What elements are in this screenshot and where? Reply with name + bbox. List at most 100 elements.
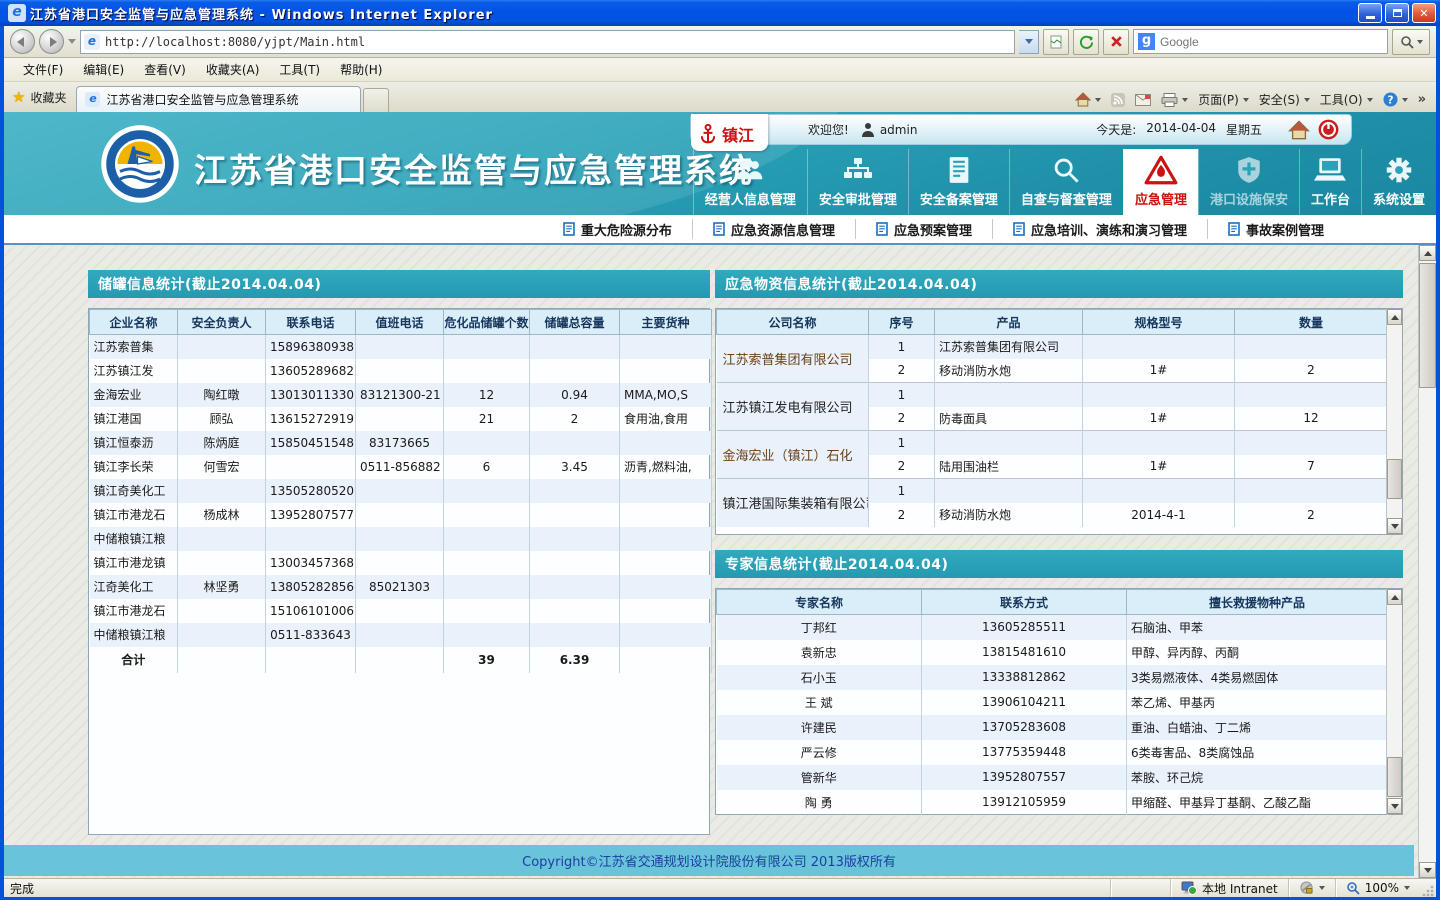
favorites-button[interactable]: ★ 收藏夹 xyxy=(4,83,76,112)
address-field[interactable]: e xyxy=(80,30,1015,54)
address-dropdown-button[interactable] xyxy=(1019,30,1039,54)
table-row[interactable]: 许建民13705283608重油、白蜡油、丁二烯 xyxy=(717,715,1388,740)
subnav-item-1[interactable]: 应急资源信息管理 xyxy=(692,219,855,239)
restore-button[interactable] xyxy=(1385,3,1409,23)
table-row[interactable]: 镇江市港龙镇13003457368 xyxy=(90,551,712,575)
table-row[interactable]: 镇江奇美化工13505280520 xyxy=(90,479,712,503)
search-box[interactable]: g xyxy=(1133,29,1388,54)
table-header-row: 企业名称安全负责人联系电话值班电话危化品储罐个数储罐总容量主要货种 xyxy=(90,310,712,335)
table-row[interactable]: 中储粮镇江粮 xyxy=(90,527,712,551)
nav-item-2[interactable]: 安全备案管理 xyxy=(908,149,1009,215)
column-header: 序号 xyxy=(869,310,935,335)
menu-item-4[interactable]: 工具(T) xyxy=(270,58,329,81)
experts-scrollbar[interactable] xyxy=(1386,589,1402,814)
doc-small-icon xyxy=(1013,222,1025,236)
nav-item-3[interactable]: 自查与督查管理 xyxy=(1009,149,1123,215)
column-header: 联系电话 xyxy=(266,310,356,335)
home-button[interactable] xyxy=(1075,92,1101,107)
menu-item-3[interactable]: 收藏夹(A) xyxy=(197,58,269,81)
rss-icon xyxy=(1111,93,1125,107)
nav-item-5[interactable]: 港口设施保安 xyxy=(1198,149,1299,215)
table-row[interactable]: 中储粮镇江粮0511-833643 xyxy=(90,623,712,647)
stop-button[interactable] xyxy=(1103,29,1129,55)
tab-new-stub[interactable] xyxy=(363,88,389,112)
page-scrollbar[interactable] xyxy=(1418,245,1436,878)
column-header: 擅长救援物种产品 xyxy=(1127,590,1388,615)
table-row[interactable]: 江苏镇江发13605289682 xyxy=(90,359,712,383)
table-row[interactable]: 镇江恒泰沥陈炳庭1585045154883173665 xyxy=(90,431,712,455)
feeds-button[interactable] xyxy=(1111,93,1125,107)
minimize-button[interactable] xyxy=(1358,3,1382,23)
protected-mode-button[interactable] xyxy=(1288,879,1335,897)
company-cell: 江苏索普集团有限公司 xyxy=(717,335,869,383)
supplies-scrollbar-thumb[interactable] xyxy=(1387,459,1402,499)
refresh-button[interactable] xyxy=(1073,29,1099,55)
menu-item-0[interactable]: 文件(F) xyxy=(14,58,72,81)
menu-item-2[interactable]: 查看(V) xyxy=(135,58,195,81)
table-row[interactable]: 镇江市港龙石15106101006 xyxy=(90,599,712,623)
table-row[interactable]: 镇江港国际集装箱有限公司1 xyxy=(717,479,1388,503)
nav-item-6[interactable]: 工作台 xyxy=(1299,149,1361,215)
page-content: 储罐信息统计(截止2014.04.04) 企业名称安全负责人联系电话值班电话危化… xyxy=(4,245,1436,878)
subnav-item-4[interactable]: 事故案例管理 xyxy=(1207,219,1344,239)
table-row[interactable]: 江奇美化工林坚勇1380528285685021303 xyxy=(90,575,712,599)
subnav-item-0[interactable]: 重大危险源分布 xyxy=(543,219,692,239)
table-row[interactable]: 江苏索普集团有限公司1江苏索普集团有限公司 xyxy=(717,335,1388,359)
table-row[interactable]: 镇江港国顾弘13615272919212食用油,食用 xyxy=(90,407,712,431)
table-row[interactable]: 严云修137753594486类毒害品、8类腐蚀品 xyxy=(717,740,1388,765)
print-button[interactable] xyxy=(1161,93,1188,107)
doc-small-icon xyxy=(876,222,888,236)
address-input[interactable] xyxy=(105,35,1011,49)
subnav-item-3[interactable]: 应急培训、演练和演习管理 xyxy=(992,219,1207,239)
zoom-control[interactable]: 100% xyxy=(1335,879,1420,897)
username: admin xyxy=(880,123,918,137)
menu-item-1[interactable]: 编辑(E) xyxy=(74,58,133,81)
title-bar: e 江苏省港口安全监管与应急管理系统 - Windows Internet Ex… xyxy=(0,0,1440,26)
search-button[interactable] xyxy=(1392,29,1430,55)
nav-item-4[interactable]: 应急管理 xyxy=(1123,149,1198,215)
search-input[interactable] xyxy=(1160,35,1383,49)
read-mail-button[interactable] xyxy=(1135,94,1151,106)
table-row[interactable]: 管新华13952807557苯胺、环己烷 xyxy=(717,765,1388,790)
table-row[interactable]: 金海宏业陶红暾1301301133083121300-21120.94MMA,M… xyxy=(90,383,712,407)
forward-button[interactable] xyxy=(39,29,64,54)
resize-grip[interactable] xyxy=(1422,885,1434,897)
safety-menu-button[interactable]: 安全(S) xyxy=(1259,91,1310,108)
history-dropdown-icon[interactable] xyxy=(68,39,76,44)
welcome-label: 欢迎您! xyxy=(808,121,849,138)
overflow-chevron-icon[interactable]: » xyxy=(1418,92,1426,107)
back-button[interactable] xyxy=(10,29,35,54)
tab-main[interactable]: e 江苏省港口安全监管与应急管理系统 xyxy=(76,86,361,112)
table-row[interactable]: 袁新忠13815481610甲醇、异丙醇、丙酮 xyxy=(717,640,1388,665)
table-row[interactable]: 镇江李长荣何雪宏0511-85688263.45沥青,燃料油, xyxy=(90,455,712,479)
page-menu-button[interactable]: 页面(P) xyxy=(1198,91,1249,108)
help-button[interactable]: ? xyxy=(1383,92,1408,107)
compatibility-view-button[interactable] xyxy=(1043,29,1069,55)
tools-menu-button[interactable]: 工具(O) xyxy=(1320,91,1373,108)
table-row[interactable]: 江苏索普集15896380938 xyxy=(90,335,712,359)
menu-item-5[interactable]: 帮助(H) xyxy=(331,58,391,81)
supplies-scrollbar[interactable] xyxy=(1386,309,1402,534)
nav-item-label: 自查与督查管理 xyxy=(1021,189,1112,208)
search-dropdown-icon[interactable] xyxy=(1417,40,1423,44)
intranet-computer-icon xyxy=(1181,881,1197,895)
table-row[interactable]: 金海宏业（镇江）石化1 xyxy=(717,431,1388,455)
nav-item-0[interactable]: 经营人信息管理 xyxy=(693,149,807,215)
subnav-item-2[interactable]: 应急预案管理 xyxy=(855,219,992,239)
nav-item-1[interactable]: 安全审批管理 xyxy=(807,149,908,215)
table-row[interactable]: 陶 勇13912105959甲缩醛、甲基异丁基酮、乙酸乙酯 xyxy=(717,790,1388,815)
table-row[interactable]: 石小玉133388128623类易燃液体、4类易燃固体 xyxy=(717,665,1388,690)
table-row[interactable]: 江苏镇江发电有限公司1 xyxy=(717,383,1388,407)
table-row[interactable]: 镇江市港龙石杨成林13952807577 xyxy=(90,503,712,527)
home-shortcut-icon[interactable] xyxy=(1288,120,1310,140)
menu-bar: 文件(F)编辑(E)查看(V)收藏夹(A)工具(T)帮助(H) xyxy=(4,58,1436,82)
experts-scrollbar-thumb[interactable] xyxy=(1387,757,1402,797)
tank-panel-title: 储罐信息统计(截止2014.04.04) xyxy=(88,270,710,298)
logout-power-icon[interactable] xyxy=(1318,119,1339,140)
nav-item-7[interactable]: 系统设置 xyxy=(1361,149,1436,215)
table-row[interactable]: 丁邦红13605285511石脑油、甲苯 xyxy=(717,615,1388,640)
column-header: 专家名称 xyxy=(717,590,922,615)
close-button[interactable]: ✕ xyxy=(1412,3,1436,23)
table-row[interactable]: 王 斌13906104211苯乙烯、甲基丙 xyxy=(717,690,1388,715)
page-scrollbar-thumb[interactable] xyxy=(1419,263,1436,388)
